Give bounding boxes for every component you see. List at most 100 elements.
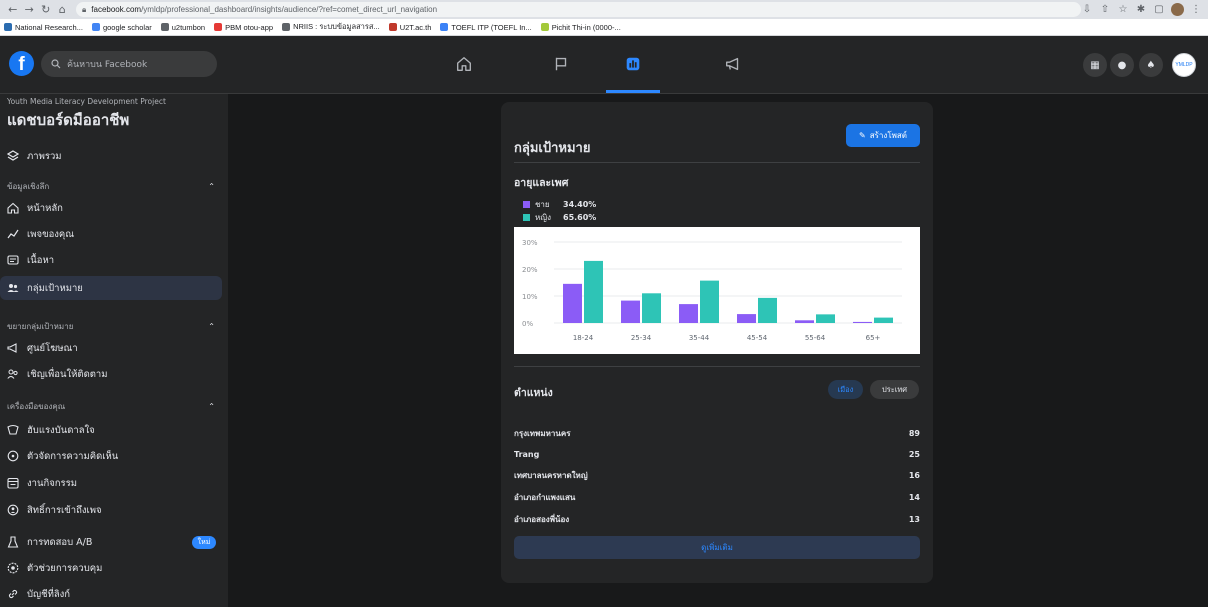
bookmark-item[interactable]: TOEFL ITP (TOEFL In...: [440, 23, 532, 32]
bar-male: [621, 300, 640, 323]
bookmark-item[interactable]: National Research...: [4, 23, 83, 32]
legend-swatch-male: [523, 201, 530, 208]
flask-icon: [7, 536, 19, 548]
sidebar-item-content[interactable]: เนื้อหา: [0, 248, 222, 272]
browser-profile-avatar[interactable]: [1171, 3, 1184, 16]
notifications-button[interactable]: ♠: [1139, 53, 1163, 77]
bookmark-item[interactable]: NRIIS : ระบบข้อมูลสารส...: [282, 21, 380, 33]
section-label: ขยายกลุ่มเป้าหมาย: [7, 322, 74, 331]
y-tick-label: 10%: [522, 293, 538, 301]
grid-icon: ▦: [1090, 59, 1100, 71]
project-name: Youth Media Literacy Development Project: [7, 97, 166, 106]
browser-menu-icon[interactable]: ⋮: [1190, 4, 1202, 15]
overview-icon: [7, 150, 19, 162]
location-name: อำเภอสองพี่น้อง: [514, 514, 570, 524]
age-gender-title: อายุและเพศ: [514, 177, 569, 189]
search-icon: [51, 59, 61, 69]
sidebar-item-invite-friends[interactable]: เชิญเพื่อนให้ติดตาม: [0, 362, 222, 386]
section-label: ข้อมูลเชิงลึก: [7, 182, 50, 191]
sidebar-item-your-page[interactable]: เพจของคุณ: [0, 222, 222, 246]
dashboard-icon: [626, 57, 640, 71]
menu-grid-button[interactable]: ▦: [1083, 53, 1107, 77]
sidebar-item-overview[interactable]: ภาพรวม: [0, 144, 222, 168]
profile-avatar[interactable]: YMLDP: [1172, 53, 1196, 77]
sidebar-item-label: กลุ่มเป้าหมาย: [27, 282, 83, 294]
bookmark-star-icon[interactable]: ☆: [1117, 4, 1129, 15]
moderation-icon: [7, 562, 19, 574]
bar-female: [642, 293, 661, 323]
bookmark-favicon-icon: [214, 23, 223, 31]
address-bar[interactable]: 🔒︎ facebook.com/ymldp/professional_dashb…: [76, 2, 1081, 17]
nav-dashboard-tab[interactable]: [613, 50, 653, 78]
section-your-tools[interactable]: เครื่องมือของคุณ ⌃: [7, 400, 215, 413]
bell-icon: ♠: [1146, 59, 1156, 71]
facebook-logo[interactable]: f: [9, 51, 34, 76]
sidebar-item-audience[interactable]: กลุ่มเป้าหมาย: [0, 276, 222, 300]
bookmark-favicon-icon: [388, 23, 397, 31]
see-more-button[interactable]: ดูเพิ่มเติม: [514, 536, 920, 559]
sidebar-item-home[interactable]: หน้าหลัก: [0, 196, 222, 220]
chart-svg: 0% 10% 20% 30% 18-24 25-34 35-44 45-54 55-64 65+: [522, 239, 902, 342]
extensions-icon[interactable]: ✱: [1135, 4, 1147, 15]
bookmark-item[interactable]: u2tumbon: [160, 23, 205, 32]
bookmark-label: Pichit Thi-in (0000-...: [551, 22, 621, 32]
location-name: Trang: [514, 449, 540, 459]
section-expand-audience[interactable]: ขยายกลุ่มเป้าหมาย ⌃: [7, 320, 215, 333]
search-input[interactable]: ค้นหาบน Facebook: [41, 51, 217, 77]
sidebar-item-label: ภาพรวม: [27, 150, 62, 162]
nav-home-tab[interactable]: [444, 50, 484, 78]
window-icon[interactable]: ▢: [1153, 4, 1165, 15]
location-name: เทศบาลนครหาดใหญ่: [514, 470, 588, 480]
sidebar-item-page-access[interactable]: สิทธิ์การเข้าถึงเพจ: [0, 498, 222, 522]
chevron-up-icon: ⌃: [208, 402, 215, 411]
legend-value: 65.60%: [563, 213, 597, 222]
legend-female: หญิง 65.60%: [523, 211, 596, 224]
browser-toolbar: ← → ↻ ⌂ 🔒︎ facebook.com/ymldp/profession…: [0, 0, 1208, 19]
sidebar-item-label: ฮับแรงบันดาลใจ: [27, 424, 95, 436]
sidebar-item-inspiration[interactable]: ฮับแรงบันดาลใจ: [0, 418, 222, 442]
share-icon[interactable]: ⇧: [1099, 4, 1111, 15]
sidebar-item-linked-accounts[interactable]: บัญชีที่ลิงก์: [0, 582, 222, 606]
sidebar-item-moderation-assist[interactable]: ตัวช่วยการควบคุม: [0, 556, 222, 580]
messenger-button[interactable]: ●: [1110, 53, 1134, 77]
create-post-button[interactable]: ✎ สร้างโพสต์: [846, 124, 920, 147]
back-icon[interactable]: ←: [6, 3, 20, 17]
bookmark-item[interactable]: Pichit Thi-in (0000-...: [540, 22, 621, 32]
content-icon: [7, 254, 19, 266]
dashboard-title: แดชบอร์ดมืออาชีพ: [7, 111, 130, 129]
bookmark-favicon-icon: [4, 23, 12, 31]
calendar-icon: [7, 477, 19, 489]
forward-icon[interactable]: →: [23, 3, 37, 17]
nav-pages-tab[interactable]: [541, 50, 581, 78]
install-icon[interactable]: ⇩: [1081, 4, 1093, 15]
sidebar-item-events[interactable]: งานกิจกรรม: [0, 471, 222, 495]
bookmark-item[interactable]: google scholar: [91, 23, 152, 32]
bar-female: [584, 260, 603, 323]
create-post-label: สร้างโพสต์: [869, 131, 907, 140]
new-badge: ใหม่: [192, 536, 216, 549]
sidebar-item-label: เพจของคุณ: [27, 228, 75, 240]
location-count: 14: [908, 492, 920, 502]
toggle-city[interactable]: เมือง: [828, 380, 863, 399]
section-insights[interactable]: ข้อมูลเชิงลึก ⌃: [7, 180, 215, 193]
location-row: เทศบาลนครหาดใหญ่ 16: [514, 467, 920, 483]
home-icon[interactable]: ⌂: [56, 3, 70, 17]
sidebar-item-ab-test[interactable]: การทดสอบ A/B: [0, 530, 222, 554]
y-tick-label: 20%: [522, 266, 538, 274]
home-icon: [457, 57, 471, 71]
url-path: /ymldp/professional_dashboard/insights/a…: [141, 5, 438, 14]
bookmark-item[interactable]: PBM otou-app: [214, 23, 273, 32]
access-icon: [7, 504, 19, 516]
reload-icon[interactable]: ↻: [39, 3, 53, 17]
sidebar-item-comment-manager[interactable]: ตัวจัดการความคิดเห็น: [0, 444, 222, 468]
toggle-country[interactable]: ประเทศ: [870, 380, 919, 399]
bar-male: [563, 283, 582, 323]
sidebar-item-ad-center[interactable]: ศูนย์โฆษณา: [0, 336, 222, 360]
chevron-up-icon: ⌃: [208, 182, 215, 191]
sidebar-item-label: ตัวช่วยการควบคุม: [27, 562, 103, 574]
sidebar-item-label: ศูนย์โฆษณา: [27, 342, 78, 354]
people-icon: [7, 282, 19, 294]
bookmark-item[interactable]: U2T.ac.th: [388, 23, 431, 32]
nav-ads-tab[interactable]: [713, 50, 753, 78]
bookmark-favicon-icon: [440, 23, 449, 31]
